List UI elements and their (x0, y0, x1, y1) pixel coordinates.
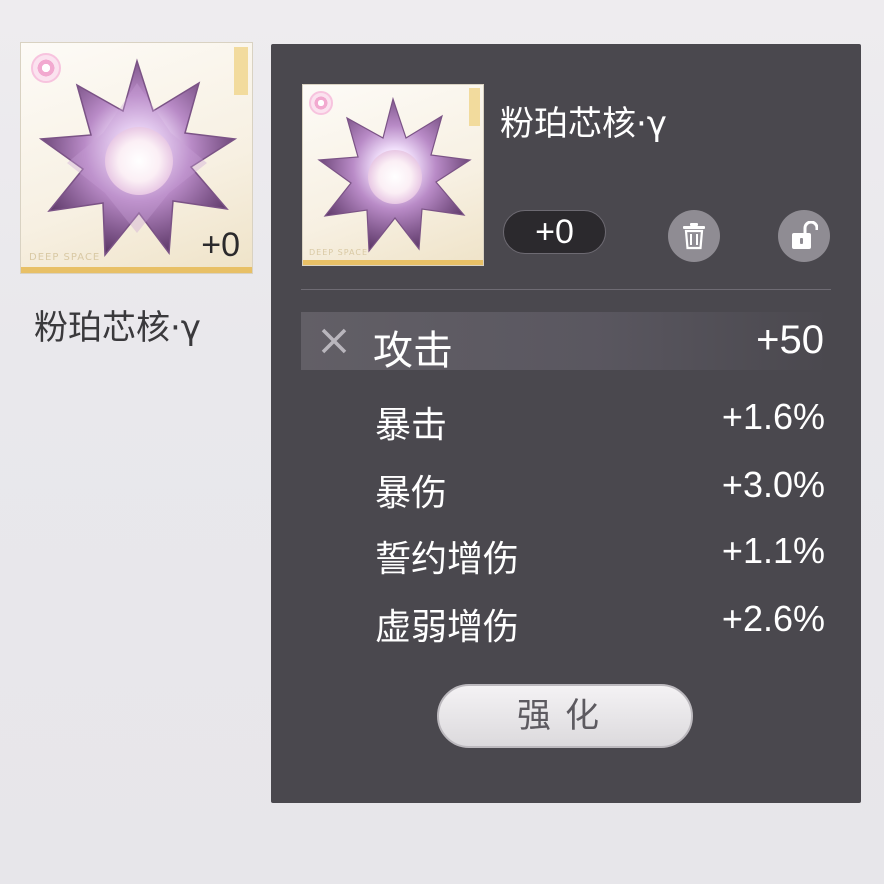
divider (301, 289, 831, 290)
sub-stat-row: 誓约增伤 +1.1% (375, 530, 825, 580)
level-pill: +0 (503, 210, 606, 254)
sub-stat-row: 暴击 +1.6% (375, 396, 825, 446)
delete-button[interactable] (668, 210, 720, 262)
card-tag: DEEP SPACE (309, 248, 368, 257)
sub-stat-value: +3.0% (721, 464, 825, 505)
main-stat-value: +50 (756, 318, 824, 362)
unlock-icon (792, 221, 818, 249)
enhance-button[interactable]: 强化 (437, 684, 693, 748)
crossed-swords-icon (321, 328, 347, 354)
lock-toggle-button[interactable] (778, 210, 830, 262)
gem-star-icon (317, 96, 472, 253)
item-detail-panel: DEEP SPACE 粉珀芯核·γ +0 攻击 +50 暴击 +1.6% 暴伤 … (271, 44, 861, 803)
sub-stat-label: 暴击 (375, 405, 448, 446)
main-stat-row: 攻击 +50 (301, 312, 831, 374)
main-stat-label: 攻击 (373, 328, 453, 374)
sub-stat-value: +2.6% (721, 598, 825, 639)
sub-stat-row: 暴伤 +3.0% (375, 464, 825, 514)
item-level: +0 (201, 226, 240, 264)
item-title: 粉珀芯核·γ (500, 104, 667, 144)
item-detail-card: DEEP SPACE (302, 84, 484, 266)
item-name-label: 粉珀芯核·γ (34, 308, 201, 348)
sub-stat-row: 虚弱增伤 +2.6% (375, 598, 825, 648)
sub-stat-value: +1.1% (721, 530, 825, 571)
sub-stat-label: 誓约增伤 (375, 539, 520, 580)
sub-stat-label: 虚弱增伤 (375, 607, 520, 648)
card-tag: DEEP SPACE (29, 252, 101, 263)
sub-stat-label: 暴伤 (375, 473, 448, 514)
sub-stat-value: +1.6% (721, 396, 825, 437)
card-rarity-bar (21, 267, 252, 273)
card-rarity-bar (303, 260, 483, 265)
trash-icon (683, 223, 705, 250)
item-card-selected[interactable]: DEEP SPACE +0 (20, 42, 253, 274)
